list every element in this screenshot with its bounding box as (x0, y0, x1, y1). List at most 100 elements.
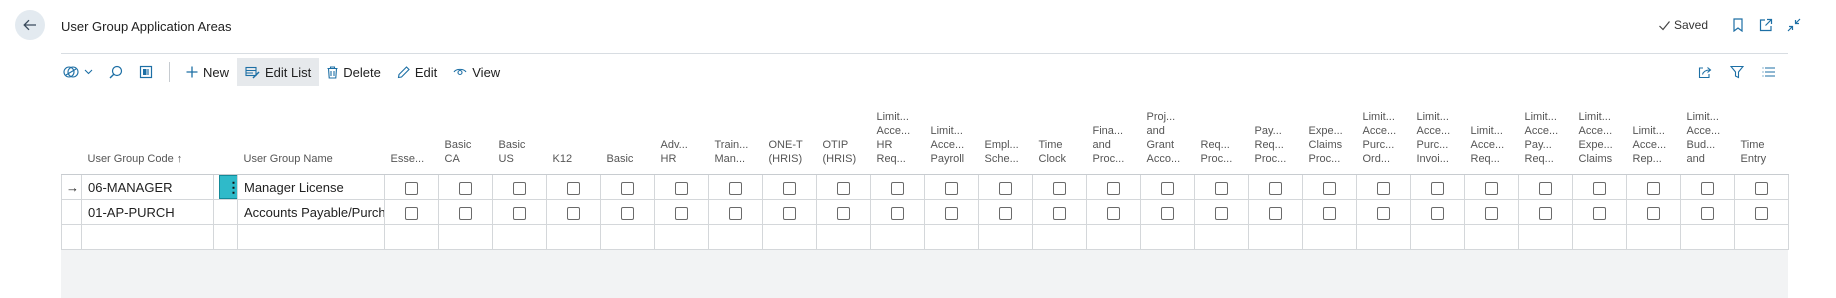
app-area-checkbox[interactable] (1377, 181, 1390, 195)
app-area-checkbox[interactable] (567, 181, 580, 195)
app-area-checkbox[interactable] (1431, 181, 1444, 195)
app-area-checkbox[interactable] (945, 206, 958, 220)
analysis-menu-button[interactable] (61, 58, 101, 86)
app-area-checkbox[interactable] (1701, 206, 1714, 220)
app-area-checkbox[interactable] (513, 206, 526, 220)
column-header-app-area[interactable]: Time Clock (1032, 96, 1087, 175)
app-area-checkbox[interactable] (1485, 206, 1498, 220)
app-area-checkbox[interactable] (891, 206, 904, 220)
app-area-checkbox[interactable] (1431, 206, 1444, 220)
app-area-checkbox[interactable] (1053, 181, 1066, 195)
app-area-checkbox[interactable] (1323, 181, 1336, 195)
column-header-app-area[interactable]: Pay... Req... Proc... (1248, 96, 1303, 175)
app-area-checkbox[interactable] (837, 206, 850, 220)
app-area-checkbox[interactable] (1323, 206, 1336, 220)
column-header-app-area[interactable]: Expe... Claims Proc... (1302, 96, 1357, 175)
column-header-app-area[interactable]: ONE-T (HRIS) (762, 96, 817, 175)
app-area-checkbox[interactable] (1161, 181, 1174, 195)
app-area-checkbox[interactable] (1647, 181, 1660, 195)
app-area-checkbox[interactable] (1107, 181, 1120, 195)
new-button[interactable]: New (178, 58, 237, 86)
user-group-code-cell[interactable] (81, 224, 214, 250)
app-area-checkbox[interactable] (1377, 206, 1390, 220)
app-area-checkbox[interactable] (891, 181, 904, 195)
table-row[interactable]: 01-AP-PURCH Accounts Payable/Purchasing (61, 199, 1789, 225)
app-area-checkbox[interactable] (1215, 206, 1228, 220)
column-header-app-area[interactable]: Limit... Acce... Req... (1464, 96, 1519, 175)
column-header-app-area[interactable]: Limit... Acce... HR Req... (870, 96, 925, 175)
app-area-checkbox[interactable] (1593, 181, 1606, 195)
app-area-checkbox[interactable] (999, 206, 1012, 220)
app-area-checkbox[interactable] (1161, 206, 1174, 220)
column-header-app-area[interactable]: OTIP (HRIS) (816, 96, 871, 175)
column-header-app-area[interactable]: Train... Man... (708, 96, 763, 175)
app-area-checkbox[interactable] (1053, 206, 1066, 220)
app-area-checkbox[interactable] (459, 181, 472, 195)
app-area-checkbox[interactable] (405, 181, 418, 195)
column-header-app-area[interactable]: Limit... Acce... Pay... Req... (1518, 96, 1573, 175)
new-empty-row[interactable] (61, 224, 1789, 250)
app-area-checkbox[interactable] (621, 181, 634, 195)
column-header-app-area[interactable]: Limit... Acce... Expe... Claims (1572, 96, 1627, 175)
app-area-checkbox[interactable] (1215, 181, 1228, 195)
app-area-checkbox[interactable] (513, 181, 526, 195)
column-header-app-area[interactable]: Proj... and Grant Acco... (1140, 96, 1195, 175)
open-new-window-button[interactable] (1758, 17, 1774, 33)
list-icon[interactable] (1762, 66, 1776, 78)
app-area-checkbox[interactable] (999, 181, 1012, 195)
app-area-checkbox[interactable] (621, 206, 634, 220)
app-area-checkbox[interactable] (1755, 206, 1768, 220)
layout-button[interactable] (131, 58, 161, 86)
app-area-checkbox[interactable] (405, 206, 418, 220)
app-area-checkbox[interactable] (1269, 206, 1282, 220)
app-area-checkbox[interactable] (1647, 206, 1660, 220)
column-header-app-area[interactable]: Time Entry (1734, 96, 1789, 175)
column-header-app-area[interactable]: Limit... Acce... Purc... Ord... (1356, 96, 1411, 175)
app-area-checkbox[interactable] (459, 206, 472, 220)
app-area-checkbox[interactable] (567, 206, 580, 220)
column-header-app-area[interactable]: Fina... and Proc... (1086, 96, 1141, 175)
edit-button[interactable]: Edit (389, 58, 445, 86)
app-area-checkbox[interactable] (1539, 206, 1552, 220)
table-row[interactable]: →06-MANAGER⋮Manager License (61, 174, 1789, 200)
app-area-checkbox[interactable] (1701, 181, 1714, 195)
column-header-app-area[interactable]: K12 (546, 96, 601, 175)
column-header-app-area[interactable]: Basic CA (438, 96, 493, 175)
app-area-checkbox[interactable] (945, 181, 958, 195)
app-area-checkbox[interactable] (783, 181, 796, 195)
column-header-app-area[interactable]: Adv... HR (654, 96, 709, 175)
app-area-checkbox[interactable] (1485, 181, 1498, 195)
view-button[interactable]: View (445, 58, 508, 86)
filter-icon[interactable] (1730, 65, 1744, 79)
collapse-button[interactable] (1786, 17, 1802, 33)
row-actions-menu-button[interactable]: ⋮ (219, 175, 237, 199)
delete-button[interactable]: Delete (319, 58, 389, 86)
user-group-name-cell[interactable]: Accounts Payable/Purchasing (237, 199, 385, 225)
back-button[interactable] (15, 10, 45, 40)
column-header-app-area[interactable]: Esse... (384, 96, 439, 175)
app-area-checkbox[interactable] (1107, 206, 1120, 220)
column-header-app-area[interactable]: Basic US (492, 96, 547, 175)
column-header-app-area[interactable]: Limit... Acce... Rep... (1626, 96, 1681, 175)
user-group-name-cell[interactable]: Manager License (237, 174, 385, 200)
column-header-app-area[interactable]: Req... Proc... (1194, 96, 1249, 175)
column-header-app-area[interactable]: Limit... Acce... Purc... Invoi... (1410, 96, 1465, 175)
column-header-app-area[interactable]: Empl... Sche... (978, 96, 1033, 175)
app-area-checkbox[interactable] (783, 206, 796, 220)
app-area-checkbox[interactable] (837, 181, 850, 195)
app-area-checkbox[interactable] (729, 181, 742, 195)
user-group-name-cell[interactable] (237, 224, 385, 250)
app-area-checkbox[interactable] (1269, 181, 1282, 195)
share-icon[interactable] (1698, 66, 1712, 79)
app-area-checkbox[interactable] (675, 181, 688, 195)
column-header-app-area[interactable]: Basic (600, 96, 655, 175)
user-group-code-cell[interactable]: 01-AP-PURCH (81, 199, 214, 225)
app-area-checkbox[interactable] (1539, 181, 1552, 195)
user-group-code-cell[interactable]: 06-MANAGER (81, 174, 214, 200)
app-area-checkbox[interactable] (729, 206, 742, 220)
column-header-user-group-code[interactable]: User Group Code ↑ (81, 96, 214, 175)
app-area-checkbox[interactable] (675, 206, 688, 220)
app-area-checkbox[interactable] (1755, 181, 1768, 195)
column-header-app-area[interactable]: Limit... Acce... Payroll (924, 96, 979, 175)
column-header-app-area[interactable]: Limit... Acce... Bud... and (1680, 96, 1735, 175)
